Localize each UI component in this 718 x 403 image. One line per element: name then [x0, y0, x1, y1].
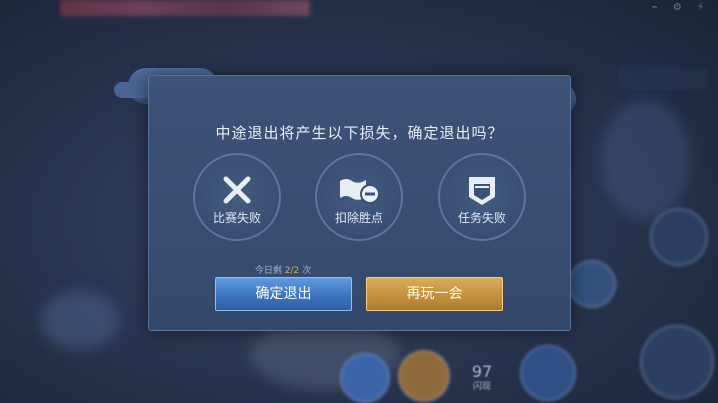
exit-confirm-dialog: 中途退出将产生以下损失，确定退出吗？ 比赛失败 扣除胜点 任务失败 今日剩 2/… [148, 75, 571, 331]
loss-item-task-fail: 任务失败 [437, 153, 527, 241]
bg-blob [40, 290, 120, 350]
remaining-suffix: 次 [302, 266, 312, 276]
loss-ring: 比赛失败 [193, 153, 281, 241]
remaining-prefix: 今日剩 [254, 266, 282, 276]
top-status-strip [60, 0, 310, 16]
loss-ring: 任务失败 [438, 153, 526, 241]
skill-caption: 闪现 [472, 382, 491, 392]
side-tag-blurred [618, 68, 708, 90]
loss-label: 比赛失败 [212, 211, 261, 225]
crossed-swords-icon [220, 175, 254, 209]
loss-label: 任务失败 [457, 211, 506, 225]
skill-button-3[interactable] [520, 345, 576, 401]
confirm-exit-button[interactable]: 确定退出 [215, 277, 352, 311]
skill-cooldown-label: 97 闪现 [462, 362, 502, 392]
top-right-status-icons: ⌁ ⚙ ⚡ [651, 2, 710, 13]
skill-button-1[interactable] [340, 353, 390, 403]
skill-button-5[interactable] [650, 208, 708, 266]
loss-item-points-deduct: 扣除胜点 [314, 153, 404, 241]
game-screen: ⌁ ⚙ ⚡ 97 闪现 中途退出将产生以下损失，确定退出吗？ 比赛失败 扣除胜点… [0, 0, 718, 403]
shield-badge-icon [465, 175, 499, 211]
flag-minus-icon [336, 175, 382, 209]
remaining-exits-text: 今日剩 2/2 次 [215, 263, 351, 276]
loss-ring: 扣除胜点 [315, 153, 403, 241]
skill-button-2[interactable] [398, 350, 450, 402]
play-again-button[interactable]: 再玩一会 [366, 277, 503, 311]
attack-button[interactable] [640, 325, 714, 399]
remaining-count: 2/2 [284, 266, 300, 276]
dialog-title: 中途退出将产生以下损失，确定退出吗？ [215, 124, 504, 142]
loss-label: 扣除胜点 [334, 211, 383, 225]
bg-blob [600, 100, 690, 220]
skill-button-4[interactable] [568, 260, 616, 308]
loss-item-match-fail: 比赛失败 [192, 153, 282, 241]
